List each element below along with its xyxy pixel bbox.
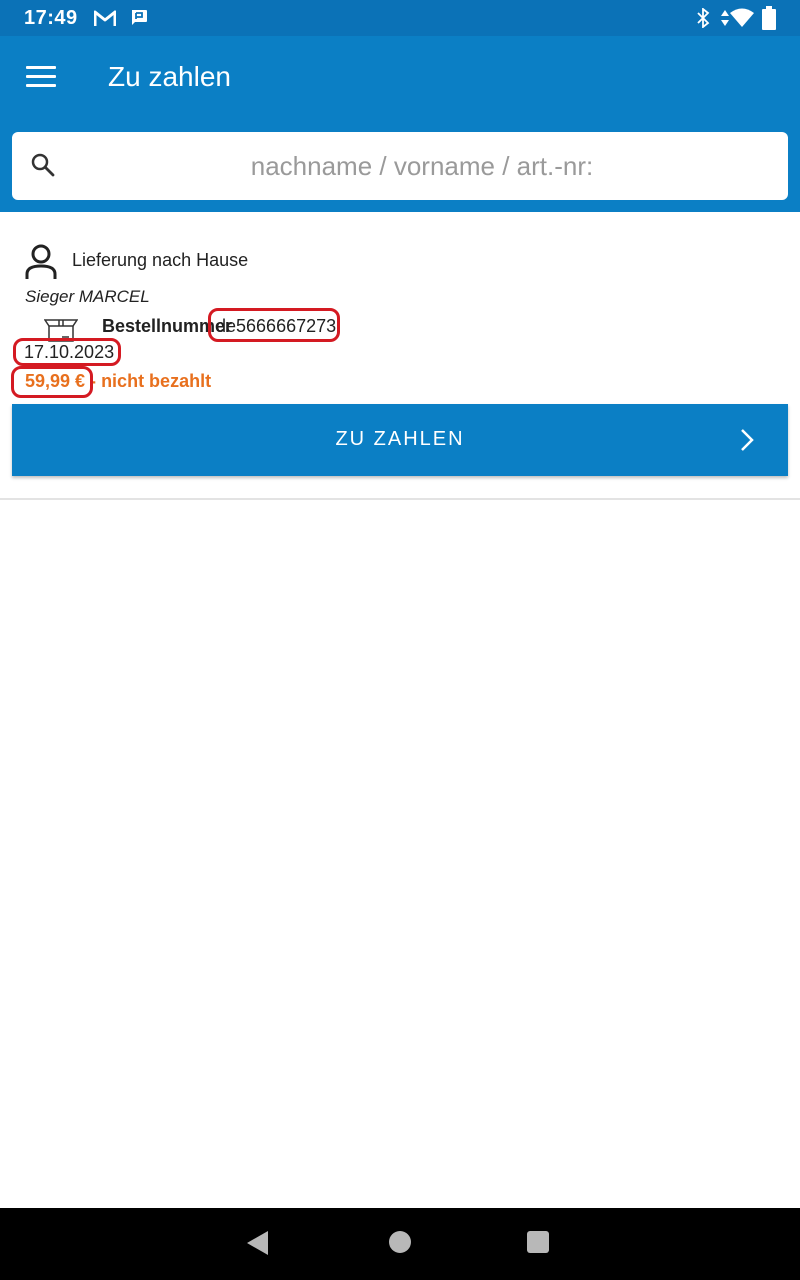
hamburger-icon-line (26, 75, 56, 78)
hamburger-icon-line (26, 66, 56, 69)
bluetooth-icon (697, 8, 710, 28)
search-icon (31, 153, 55, 177)
search-bar[interactable] (12, 132, 788, 200)
menu-button[interactable] (26, 66, 58, 90)
highlight-annotation-amount (11, 366, 93, 398)
app-bar: Zu zahlen (0, 36, 800, 212)
page-title: Zu zahlen (108, 61, 231, 92)
customer-name: Sieger MARCEL (25, 287, 150, 306)
status-time: 17:49 (24, 7, 78, 29)
payment-status: nicht bezahlt (96, 371, 212, 391)
pay-button-label: ZU ZAHLEN (335, 428, 465, 450)
delivery-type: Lieferung nach Hause (72, 250, 249, 270)
data-arrows-icon (721, 10, 729, 26)
message-icon (132, 10, 147, 25)
battery-icon (762, 6, 776, 30)
wifi-icon (730, 8, 754, 27)
home-icon[interactable] (389, 1231, 411, 1253)
gmail-icon (94, 10, 116, 26)
status-bar: 17:49 (0, 0, 800, 36)
order-card[interactable]: Lieferung nach Hause Sieger MARCEL Beste… (0, 212, 800, 500)
pay-button[interactable]: ZU ZAHLEN (12, 404, 788, 476)
search-input[interactable] (72, 132, 772, 200)
highlight-annotation-order-number (208, 308, 340, 342)
hamburger-icon-line (26, 84, 56, 87)
recent-apps-icon[interactable] (527, 1231, 549, 1253)
chevron-right-icon (741, 429, 754, 451)
person-icon (25, 244, 57, 279)
highlight-annotation-date (13, 338, 121, 366)
back-icon[interactable] (246, 1230, 270, 1256)
navigation-bar (0, 1208, 800, 1280)
